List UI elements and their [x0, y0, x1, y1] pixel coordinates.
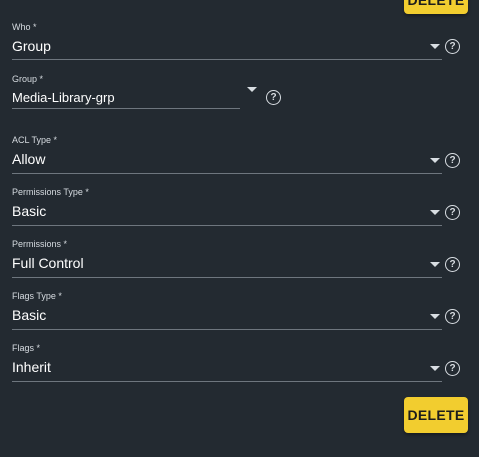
chevron-down-icon: [430, 44, 440, 49]
flags-label: Flags *: [12, 343, 41, 353]
help-icon[interactable]: ?: [445, 309, 460, 324]
group-value: Media-Library-grp: [12, 90, 115, 105]
permissions-type-select[interactable]: Basic: [12, 199, 442, 226]
group-select[interactable]: Media-Library-grp: [12, 86, 240, 109]
help-icon[interactable]: ?: [445, 257, 460, 272]
help-icon[interactable]: ?: [445, 205, 460, 220]
flags-type-label: Flags Type *: [12, 291, 62, 301]
chevron-down-icon: [430, 158, 440, 163]
chevron-down-icon: [430, 366, 440, 371]
acl-type-label: ACL Type *: [12, 135, 58, 145]
delete-button-top[interactable]: DELETE: [404, 0, 468, 14]
group-label: Group *: [12, 74, 44, 84]
flags-value: Inherit: [12, 359, 51, 375]
flags-type-select[interactable]: Basic: [12, 303, 442, 330]
permissions-type-value: Basic: [12, 203, 47, 219]
help-icon[interactable]: ?: [445, 39, 460, 54]
chevron-down-icon[interactable]: [247, 87, 257, 92]
who-select[interactable]: Group: [12, 34, 442, 60]
chevron-down-icon: [430, 314, 440, 319]
permissions-type-label: Permissions Type *: [12, 187, 89, 197]
acl-type-value: Allow: [12, 151, 46, 167]
flags-select[interactable]: Inherit: [12, 355, 442, 382]
acl-type-select[interactable]: Allow: [12, 147, 442, 174]
help-icon[interactable]: ?: [266, 90, 281, 105]
help-icon[interactable]: ?: [445, 153, 460, 168]
flags-type-value: Basic: [12, 307, 47, 323]
help-icon[interactable]: ?: [445, 361, 460, 376]
delete-button[interactable]: DELETE: [404, 397, 468, 433]
chevron-down-icon: [430, 210, 440, 215]
chevron-down-icon: [430, 262, 440, 267]
permissions-select[interactable]: Full Control: [12, 251, 442, 278]
permissions-label: Permissions *: [12, 239, 68, 249]
who-label: Who *: [12, 22, 37, 32]
permissions-value: Full Control: [12, 255, 84, 271]
who-value: Group: [12, 38, 51, 54]
